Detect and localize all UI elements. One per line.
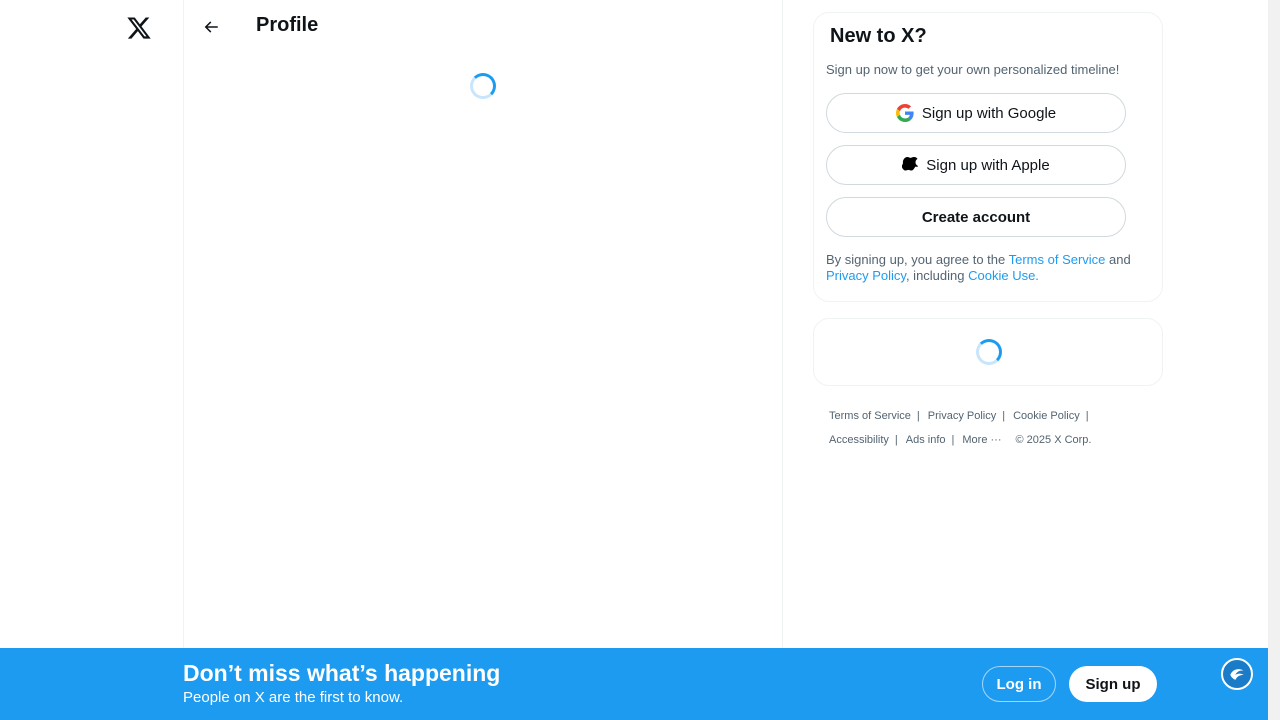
- signup-card-title: New to X?: [830, 25, 927, 47]
- bottom-banner: Don’t miss what’s happening People on X …: [0, 648, 1268, 720]
- signup-apple-button[interactable]: Sign up with Apple: [826, 145, 1126, 185]
- signup-card-subtitle: Sign up now to get your own personalized…: [826, 62, 1120, 77]
- legal-prefix: By signing up, you agree to the: [826, 252, 1009, 267]
- create-account-button[interactable]: Create account: [826, 197, 1126, 237]
- footer-separator: |: [894, 434, 898, 446]
- main-column: Profile: [183, 0, 783, 720]
- footer-separator: |: [1002, 410, 1006, 422]
- ellipsis-icon: ···: [990, 434, 1002, 446]
- footer-separator: |: [951, 434, 955, 446]
- page-title: Profile: [256, 14, 319, 36]
- google-icon: [895, 104, 914, 122]
- x-logo-icon[interactable]: [118, 7, 160, 49]
- scrollbar[interactable]: [1268, 0, 1280, 720]
- footer-privacy-link[interactable]: Privacy Policy: [928, 410, 996, 422]
- arrow-left-icon[interactable]: [194, 10, 228, 44]
- signup-button[interactable]: Sign up: [1069, 666, 1157, 702]
- signup-card: New to X? Sign up now to get your own pe…: [813, 12, 1163, 302]
- legal-and: and: [1105, 252, 1131, 267]
- copyright: © 2025 X Corp.: [1015, 434, 1092, 446]
- footer-more-link[interactable]: More ···: [962, 434, 1001, 446]
- footer-separator: |: [1085, 410, 1089, 422]
- footer-links: Terms of Service | Privacy Policy | Cookie P…: [829, 404, 1159, 452]
- terms-of-service-link[interactable]: Terms of Service: [1009, 252, 1106, 267]
- assistant-icon[interactable]: [1221, 658, 1253, 690]
- main-header: Profile: [184, 0, 782, 53]
- footer-accessibility-link[interactable]: Accessibility: [829, 434, 889, 446]
- trends-card: [813, 318, 1163, 386]
- cookie-use-link[interactable]: Cookie Use.: [968, 268, 1039, 283]
- signup-google-label: Sign up with Google: [921, 104, 1057, 122]
- left-nav: [0, 0, 183, 720]
- signup-google-button[interactable]: Sign up with Google: [826, 93, 1126, 133]
- apple-icon: [902, 156, 919, 174]
- legal-including: , including: [905, 268, 969, 283]
- legal-notice: By signing up, you agree to the Terms of…: [826, 252, 1156, 284]
- footer-terms-link[interactable]: Terms of Service: [829, 410, 911, 422]
- page: Profile New to X? Sign up now to get you…: [0, 0, 1280, 720]
- privacy-policy-link[interactable]: Privacy Policy: [826, 268, 906, 283]
- footer-ads-info-link[interactable]: Ads info: [906, 434, 946, 446]
- signup-apple-label: Sign up with Apple: [926, 156, 1050, 174]
- banner-subtitle: People on X are the first to know.: [183, 689, 404, 706]
- loading-spinner: [976, 339, 1002, 365]
- footer-more-label: More: [962, 434, 988, 446]
- login-button[interactable]: Log in: [982, 666, 1056, 702]
- footer-separator: |: [916, 410, 920, 422]
- footer-cookie-link[interactable]: Cookie Policy: [1013, 410, 1080, 422]
- banner-title: Don’t miss what’s happening: [183, 660, 501, 686]
- loading-spinner: [470, 73, 496, 99]
